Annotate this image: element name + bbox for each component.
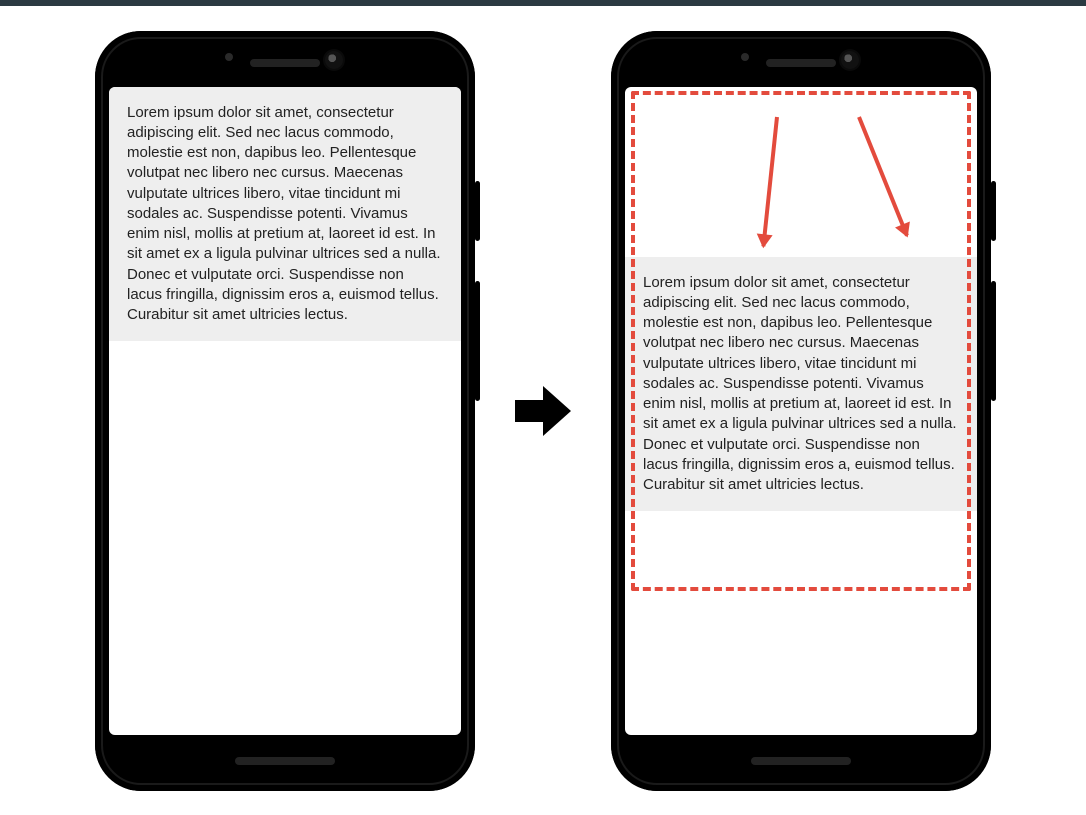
phone-after: Lorem ipsum dolor sit amet, consectetur …	[611, 31, 991, 791]
phone-screen-after: Lorem ipsum dolor sit amet, consectetur …	[625, 87, 977, 735]
motion-arrow-icon	[761, 116, 779, 246]
chin-speaker-icon	[751, 757, 851, 765]
arrow-right-icon	[515, 386, 571, 436]
content-card-after: Lorem ipsum dolor sit amet, consectetur …	[625, 257, 977, 512]
sensor-dot-icon	[225, 53, 233, 61]
volume-button-icon	[991, 281, 996, 401]
phone-before: Lorem ipsum dolor sit amet, consectetur …	[95, 31, 475, 791]
front-camera-icon	[325, 51, 343, 69]
earpiece-icon	[766, 59, 836, 67]
front-camera-icon	[841, 51, 859, 69]
diagram-stage: Lorem ipsum dolor sit amet, consectetur …	[0, 6, 1086, 815]
sensor-dot-icon	[741, 53, 749, 61]
volume-button-icon	[475, 281, 480, 401]
power-button-icon	[475, 181, 480, 241]
phone-screen-before: Lorem ipsum dolor sit amet, consectetur …	[109, 87, 461, 735]
chin-speaker-icon	[235, 757, 335, 765]
content-card-before: Lorem ipsum dolor sit amet, consectetur …	[109, 87, 461, 342]
power-button-icon	[991, 181, 996, 241]
earpiece-icon	[250, 59, 320, 67]
motion-arrow-icon	[857, 116, 909, 236]
